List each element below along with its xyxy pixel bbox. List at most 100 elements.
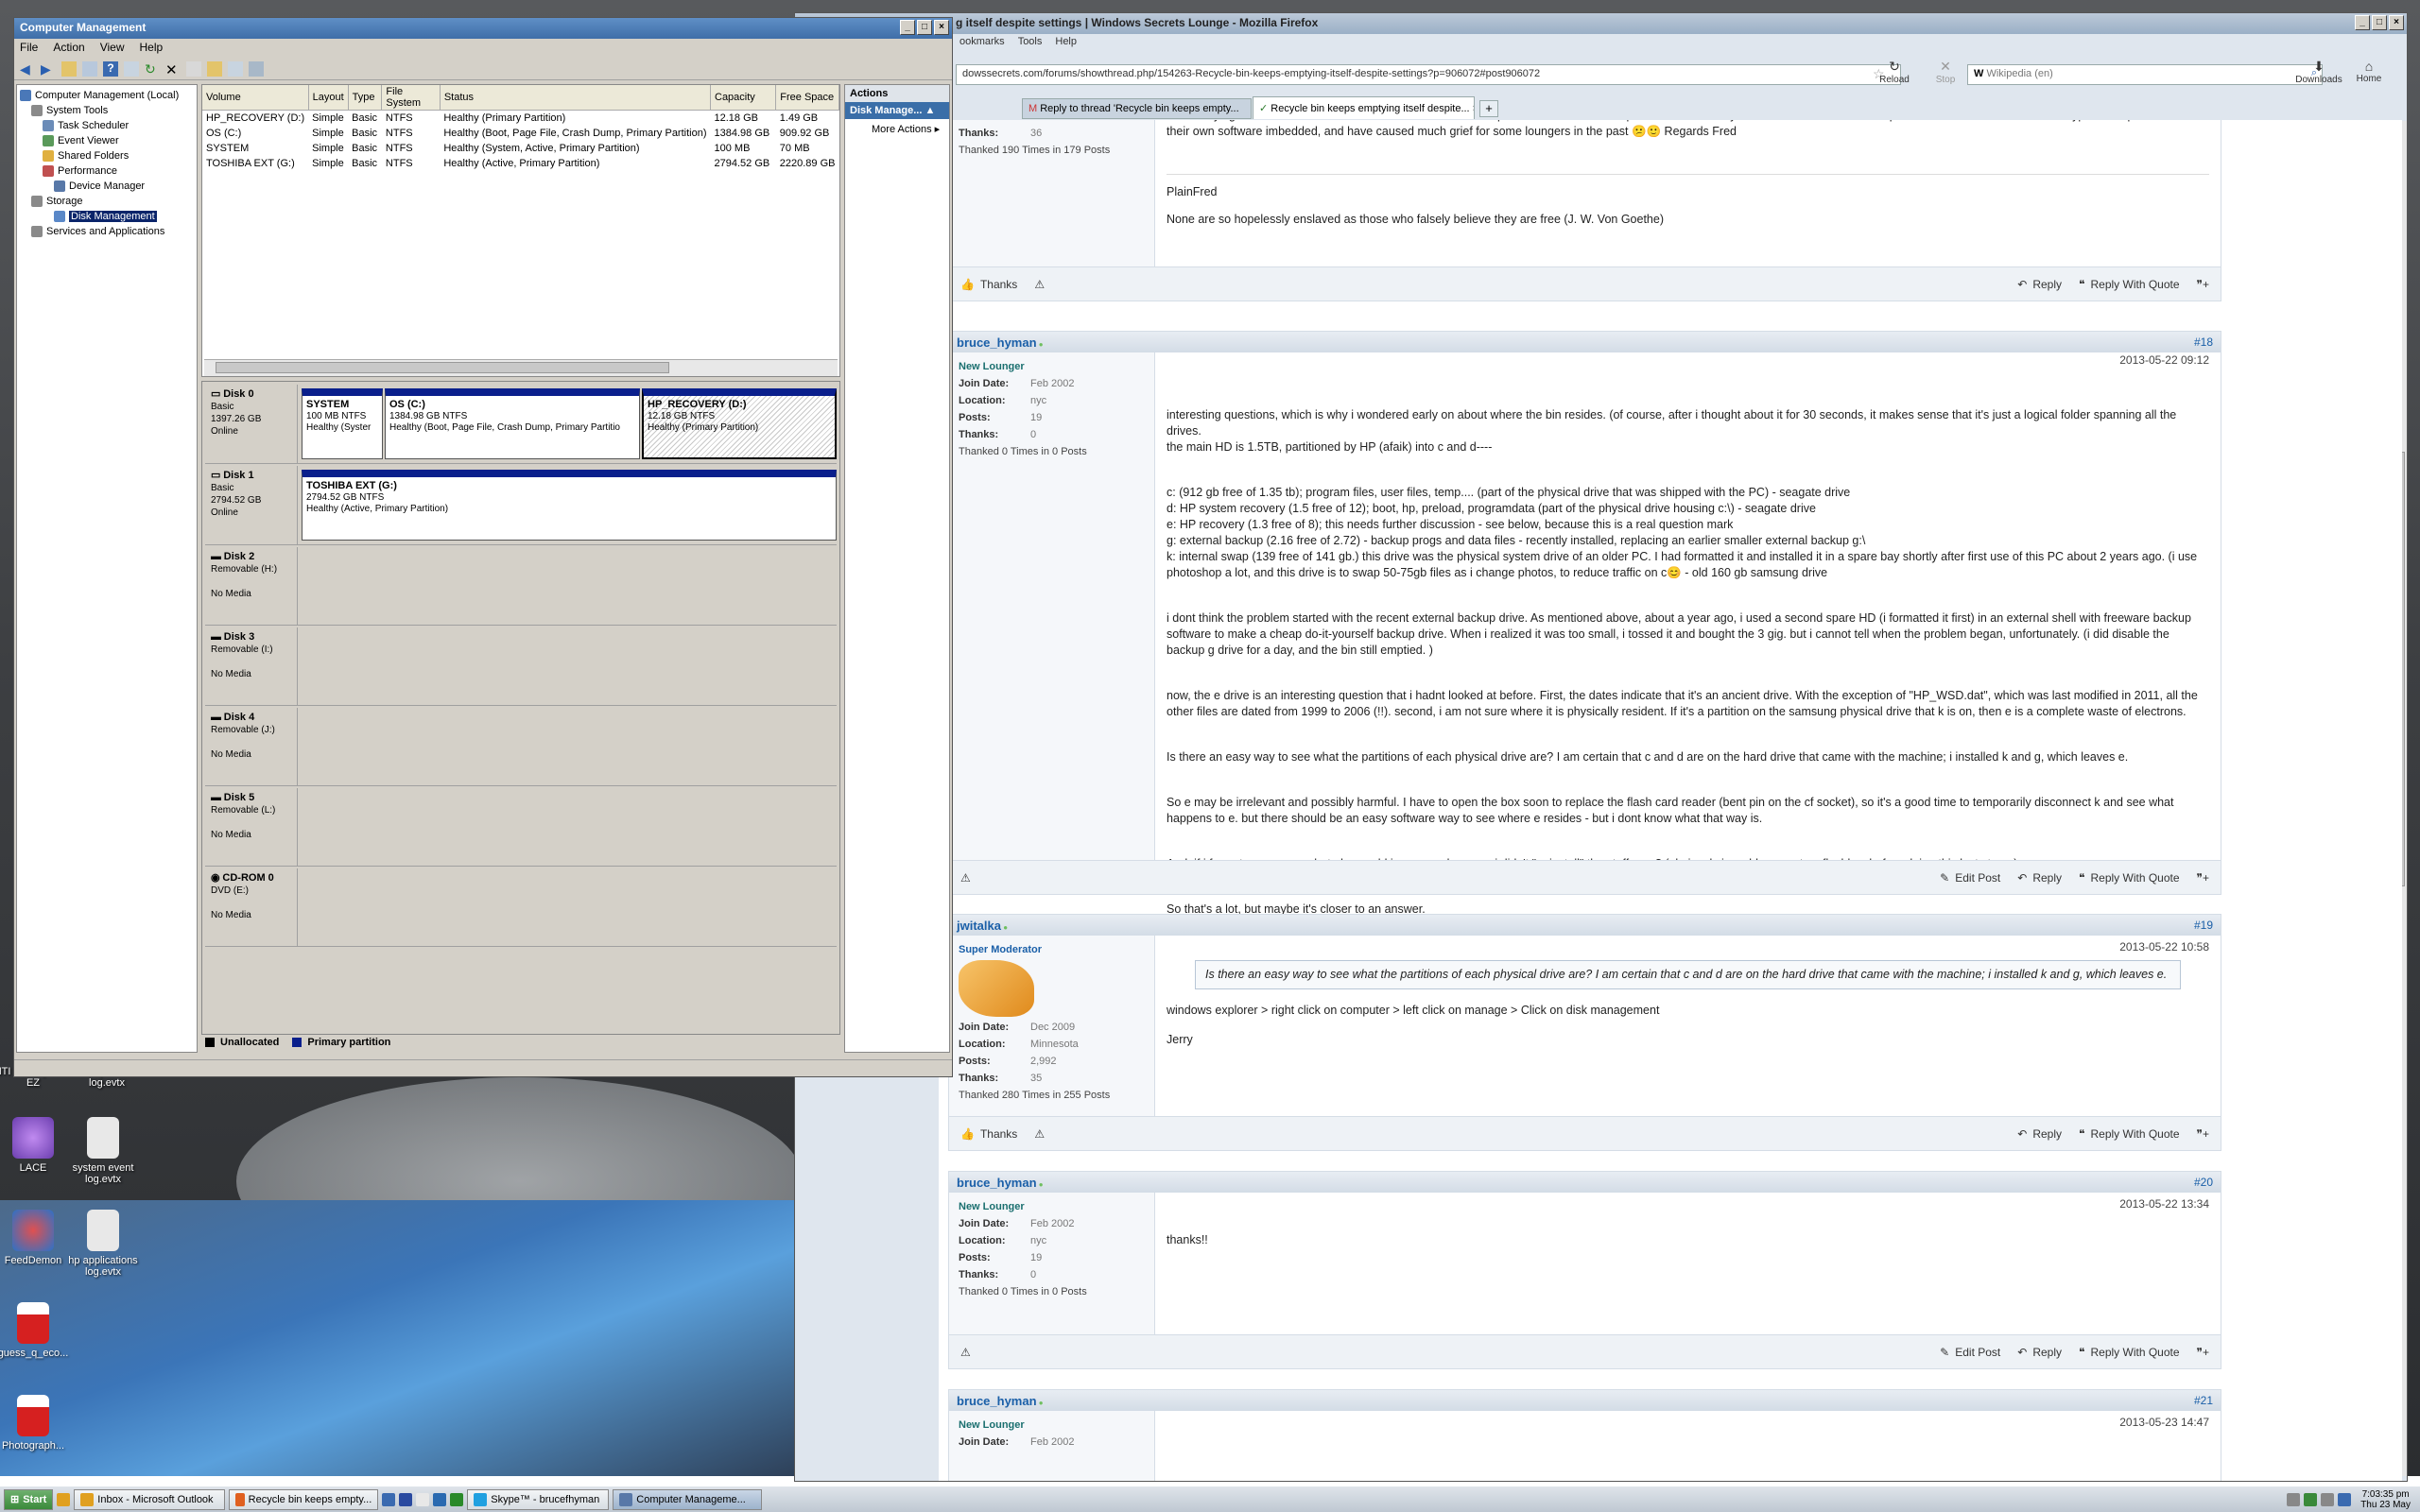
reply-with-quote-button[interactable]: ❝ Reply With Quote <box>2079 278 2180 291</box>
desktop-icon-system-event-log[interactable]: system event log.evtx <box>60 1117 146 1185</box>
up-folder-icon[interactable] <box>61 60 77 77</box>
tree-item-task-scheduler[interactable]: Task Scheduler <box>20 118 194 133</box>
minimize-button[interactable]: _ <box>2355 15 2370 30</box>
refresh-icon[interactable]: ↻ <box>145 61 160 77</box>
multiquote-button[interactable]: ❞+ <box>2197 1127 2209 1141</box>
report-button[interactable]: ⚠ <box>1034 278 1045 291</box>
post-number[interactable]: #19 <box>2194 919 2213 932</box>
forward-arrow-icon[interactable]: ▶ <box>41 61 56 77</box>
quicklaunch-icon[interactable] <box>57 1492 71 1506</box>
settings-icon[interactable] <box>249 60 264 77</box>
report-button[interactable]: ⚠ <box>1034 1127 1045 1141</box>
security-icon[interactable] <box>2338 1492 2352 1506</box>
reply-with-quote-button[interactable]: ❝ Reply With Quote <box>2079 1346 2180 1359</box>
desktop-icon-pdf-guess[interactable]: guess_q_eco... <box>0 1302 76 1359</box>
desktop-icon-hp-applications-log[interactable]: hp applications log.evtx <box>60 1210 146 1278</box>
new-tab-button[interactable]: + <box>1479 100 1498 117</box>
post-number[interactable]: #20 <box>2194 1176 2213 1189</box>
username[interactable]: bruce_hyman <box>957 1176 1044 1190</box>
tab-recycle-bin[interactable]: ✓ Recycle bin keeps emptying itself desp… <box>1253 96 1475 119</box>
help-icon[interactable]: ? <box>103 60 118 77</box>
disk-row-2[interactable]: ▬ Disk 2 Removable (H:) No Media <box>205 547 837 626</box>
col-type[interactable]: Type <box>348 85 383 111</box>
horizontal-scrollbar[interactable] <box>204 359 838 376</box>
maximize-button[interactable]: □ <box>2372 15 2387 30</box>
tree-item-computer-management[interactable]: Computer Management (Local) <box>20 88 194 103</box>
partition-system[interactable]: SYSTEM 100 MB NTFS Healthy (Syster <box>302 388 383 459</box>
col-free-space[interactable]: Free Space <box>775 85 839 111</box>
downloads-button[interactable]: ⬇ Downloads <box>2291 59 2346 85</box>
search-icon[interactable] <box>228 60 243 77</box>
taskbar-skype[interactable]: Skype™ - brucefhyman <box>467 1488 610 1510</box>
tree-item-shared-folders[interactable]: Shared Folders <box>20 148 194 163</box>
col-layout[interactable]: Layout <box>308 85 349 111</box>
home-button[interactable]: ⌂ Home <box>2350 59 2388 84</box>
start-button[interactable]: ⊞ Start <box>4 1488 54 1510</box>
url-bar[interactable]: dowssecrets.com/forums/showthread.php/15… <box>956 64 1901 85</box>
edit-post-button[interactable]: ✎ Edit Post <box>1940 871 2000 885</box>
tree-item-system-tools[interactable]: System Tools <box>20 103 194 118</box>
col-capacity[interactable]: Capacity <box>710 85 777 111</box>
reply-button[interactable]: ↶ Reply <box>2017 871 2062 885</box>
partition-os[interactable]: OS (C:) 1384.98 GB NTFS Healthy (Boot, Pag… <box>385 388 640 459</box>
reply-button[interactable]: ↶ Reply <box>2017 278 2062 291</box>
delete-icon[interactable]: ✕ <box>165 61 181 78</box>
disk-row-cdrom[interactable]: ◉ CD-ROM 0 DVD (E:) No Media <box>205 868 837 947</box>
volume-icon[interactable] <box>2321 1492 2335 1506</box>
username[interactable]: bruce_hyman <box>957 1394 1044 1408</box>
menu-view[interactable]: View <box>100 41 125 56</box>
menu-help[interactable]: Help <box>1055 36 1077 47</box>
clock[interactable]: 7:03:35 pm Thu 23 May <box>2355 1489 2416 1510</box>
taskbar-outlook[interactable]: Inbox - Microsoft Outlook <box>74 1488 226 1510</box>
thanks-button[interactable]: 👍 Thanks <box>960 1127 1017 1141</box>
maximize-button[interactable]: □ <box>917 20 932 35</box>
minimize-button[interactable]: _ <box>900 20 915 35</box>
menu-file[interactable]: File <box>20 41 38 56</box>
reload-button[interactable]: ↻ Reload <box>1876 59 1913 85</box>
disk-row-5[interactable]: ▬ Disk 5 Removable (L:) No Media <box>205 788 837 867</box>
tree-item-storage[interactable]: Storage <box>20 194 194 209</box>
properties-icon[interactable] <box>124 60 139 77</box>
table-row[interactable]: TOSHIBA EXT (G:) Simple Basic NTFS Healthy (… <box>202 156 839 171</box>
table-row[interactable]: OS (C:) Simple Basic NTFS Healthy (Boot, Pag… <box>202 126 839 141</box>
disk-row-4[interactable]: ▬ Disk 4 Removable (J:) No Media <box>205 708 837 786</box>
scrollbar-thumb[interactable] <box>216 362 669 373</box>
menu-tools[interactable]: Tools <box>1018 36 1043 47</box>
word-doc-icon[interactable] <box>399 1492 413 1506</box>
tray-icon[interactable] <box>2287 1492 2301 1506</box>
actions-disk-management[interactable]: Disk Manage... ▲ <box>845 102 949 119</box>
report-button[interactable]: ⚠ <box>960 871 971 885</box>
disk-row-0[interactable]: ▭ Disk 0 Basic 1397.26 GB Online SYSTEM 100 … <box>205 385 837 464</box>
col-status[interactable]: Status <box>440 85 712 111</box>
close-button[interactable]: × <box>2389 15 2404 30</box>
taskbar-firefox[interactable]: Recycle bin keeps empty... <box>229 1488 379 1510</box>
word-icon[interactable] <box>382 1492 396 1506</box>
network-icon[interactable] <box>2304 1492 2318 1506</box>
search-input[interactable]: W Wikipedia (en) ⌕ <box>1967 64 2323 85</box>
more-actions[interactable]: More Actions ▸ <box>845 119 949 139</box>
post-number[interactable]: #18 <box>2194 335 2213 349</box>
back-arrow-icon[interactable]: ◀ <box>20 61 35 77</box>
disk-row-1[interactable]: ▭ Disk 1 Basic 2794.52 GB Online TOSHIBA EX… <box>205 466 837 545</box>
tree-item-device-manager[interactable]: Device Manager <box>20 179 194 194</box>
excel-icon[interactable] <box>450 1492 464 1506</box>
tree-item-event-viewer[interactable]: Event Viewer <box>20 133 194 148</box>
close-tab-icon[interactable]: × <box>1473 103 1474 114</box>
tree-item-performance[interactable]: Performance <box>20 163 194 179</box>
photoshop-icon[interactable] <box>433 1492 447 1506</box>
edit-post-button[interactable]: ✎ Edit Post <box>1940 1346 2000 1359</box>
show-tree-icon[interactable] <box>82 60 97 77</box>
multiquote-button[interactable]: ❞+ <box>2197 1346 2209 1359</box>
username[interactable]: bruce_hyman <box>957 335 1044 350</box>
multiquote-button[interactable]: ❞+ <box>2197 871 2209 885</box>
close-button[interactable]: × <box>934 20 949 35</box>
multiquote-button[interactable]: ❞+ <box>2197 278 2209 291</box>
menu-help[interactable]: Help <box>140 41 164 56</box>
col-volume[interactable]: Volume <box>202 85 309 111</box>
table-row[interactable]: SYSTEM Simple Basic NTFS Healthy (System, Ac… <box>202 141 839 156</box>
tree-item-services[interactable]: Services and Applications <box>20 224 194 239</box>
reply-with-quote-button[interactable]: ❝ Reply With Quote <box>2079 871 2180 885</box>
check-icon[interactable] <box>186 60 201 77</box>
col-file-system[interactable]: File System <box>381 85 441 111</box>
open-folder-icon[interactable] <box>207 60 222 77</box>
